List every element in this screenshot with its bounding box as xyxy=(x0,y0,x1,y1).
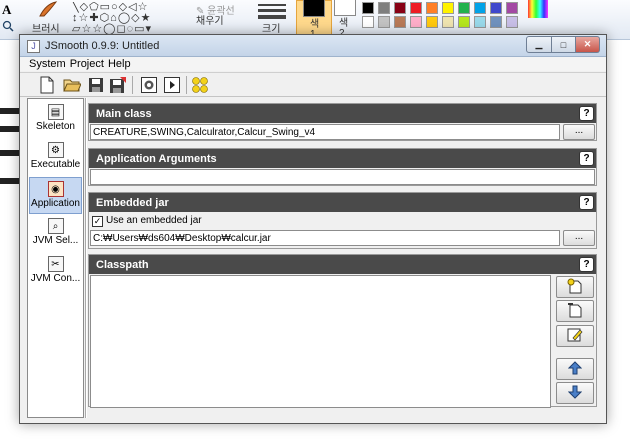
size-icon[interactable] xyxy=(258,4,286,20)
color-swatch[interactable] xyxy=(394,2,406,14)
move-down-icon xyxy=(567,385,583,402)
color-swatch[interactable] xyxy=(490,2,502,14)
menu-system[interactable]: System xyxy=(29,57,70,71)
add-jar-icon xyxy=(567,278,583,297)
color-swatch[interactable] xyxy=(442,16,454,28)
maximize-button[interactable]: □ xyxy=(552,36,576,53)
brush-label: 브러시 xyxy=(32,24,60,35)
embedded-jar-panel: Embedded jar ? ✓ Use an embedded jar C:₩… xyxy=(88,192,597,249)
app-arguments-panel: Application Arguments ? xyxy=(88,148,597,186)
color-swatch[interactable] xyxy=(458,2,470,14)
jvm-selection-icon: ⌕ xyxy=(47,218,64,234)
panel-header: Embedded jar ? xyxy=(89,193,596,212)
help-icon[interactable]: ? xyxy=(579,257,594,272)
title-bar[interactable]: J JSmooth 0.9.9: Untitled ▁ □ ✕ xyxy=(20,35,606,57)
color-swatch[interactable] xyxy=(362,2,374,14)
sidebar-item-skeleton[interactable]: ▤ Skeleton xyxy=(29,101,82,138)
classpath-panel: Classpath ? xyxy=(88,254,597,408)
color-swatch[interactable] xyxy=(474,2,486,14)
color-swatch[interactable] xyxy=(458,16,470,28)
color-swatch[interactable] xyxy=(394,16,406,28)
jsmooth-window: J JSmooth 0.9.9: Untitled ▁ □ ✕ System P… xyxy=(19,34,607,424)
move-up-button[interactable] xyxy=(556,358,594,380)
color-swatch[interactable] xyxy=(426,16,438,28)
panel-header: Classpath ? xyxy=(89,255,596,274)
toolbar xyxy=(20,72,606,97)
panel-title: Application Arguments xyxy=(96,153,217,165)
sidebar-item-label: JVM Sel... xyxy=(32,235,79,246)
color-swatch[interactable] xyxy=(506,16,518,28)
main-class-field[interactable]: CREATURE,SWING,Calculrator,Calcur_Swing_… xyxy=(90,124,560,140)
panel-header: Application Arguments ? xyxy=(89,149,596,168)
embedded-jar-path-field[interactable]: C:₩Users₩ds604₩Desktop₩calcur.jar xyxy=(90,230,560,246)
sidebar-item-application[interactable]: ◉ Application xyxy=(29,177,82,214)
add-jar-button[interactable] xyxy=(556,276,594,298)
save-as-icon[interactable] xyxy=(108,75,128,95)
menu-project[interactable]: Project xyxy=(70,57,108,71)
brush-icon[interactable] xyxy=(36,0,58,18)
color-swatch[interactable] xyxy=(490,16,502,28)
move-up-icon xyxy=(567,360,583,378)
jvm-configuration-icon: ✂ xyxy=(47,256,64,272)
about-icon[interactable] xyxy=(190,75,210,95)
edit-button[interactable] xyxy=(556,325,594,347)
compile-icon[interactable] xyxy=(139,75,159,95)
color-swatch[interactable] xyxy=(378,16,390,28)
sidebar-item-jvm-selection[interactable]: ⌕ JVM Sel... xyxy=(29,215,82,252)
sidebar-item-label: JVM Con... xyxy=(30,273,81,284)
app-arguments-field[interactable] xyxy=(90,169,595,185)
add-folder-icon xyxy=(567,302,583,321)
menu-help[interactable]: Help xyxy=(108,57,135,71)
color-swatch[interactable] xyxy=(474,16,486,28)
color-swatch[interactable] xyxy=(410,2,422,14)
fill-label[interactable]: 채우기 xyxy=(196,12,224,27)
help-icon[interactable]: ? xyxy=(579,195,594,210)
embedded-jar-browse-button[interactable]: ... xyxy=(563,230,595,246)
size-label: 크기 xyxy=(262,24,281,35)
edit-icon xyxy=(567,327,583,346)
magnifier-icon[interactable] xyxy=(2,20,14,32)
save-icon[interactable] xyxy=(86,75,106,95)
shapes-gallery[interactable]: ╲◇⬠▭○◇◁☆ ↕☆✚⬡⌂◯◇★ ▱☆☆◯◻◌▭▾ xyxy=(72,2,184,34)
sidebar-item-executable[interactable]: ⚙ Executable xyxy=(29,139,82,176)
color-swatch[interactable] xyxy=(410,16,422,28)
window-title: JSmooth 0.9.9: Untitled xyxy=(45,40,160,52)
color-swatch[interactable] xyxy=(426,2,438,14)
main-class-panel: Main class ? CREATURE,SWING,Calculrator,… xyxy=(88,103,597,141)
help-icon[interactable]: ? xyxy=(579,151,594,166)
embedded-jar-checkbox-label[interactable]: Use an embedded jar xyxy=(106,215,202,226)
panel-title: Classpath xyxy=(96,259,149,271)
sidebar-item-label: Skeleton xyxy=(36,121,75,132)
splitter[interactable] xyxy=(85,98,87,418)
panel-title: Embedded jar xyxy=(96,197,169,209)
sidebar-item-jvm-configuration[interactable]: ✂ JVM Con... xyxy=(29,253,82,290)
minimize-button[interactable]: ▁ xyxy=(526,36,552,53)
embedded-jar-checkbox[interactable]: ✓ xyxy=(92,216,103,227)
help-icon[interactable]: ? xyxy=(579,106,594,121)
color-swatch[interactable] xyxy=(378,2,390,14)
add-folder-button[interactable] xyxy=(556,300,594,322)
close-button[interactable]: ✕ xyxy=(576,36,600,53)
classpath-list[interactable] xyxy=(90,275,551,408)
text-tool-icon[interactable]: A xyxy=(2,2,28,20)
application-icon: ◉ xyxy=(47,181,64,197)
menu-bar: System Project Help xyxy=(20,57,606,71)
main-class-browse-button[interactable]: ... xyxy=(563,124,595,140)
move-down-button[interactable] xyxy=(556,382,594,404)
color-swatch[interactable] xyxy=(442,2,454,14)
executable-icon: ⚙ xyxy=(47,142,64,158)
edit-colors-icon[interactable] xyxy=(528,0,548,18)
sidebar-item-label: Application xyxy=(31,198,80,209)
new-file-icon[interactable] xyxy=(37,75,57,95)
color-swatch[interactable] xyxy=(506,2,518,14)
run-icon[interactable] xyxy=(162,75,182,95)
sidebar-item-label: Executable xyxy=(30,159,81,170)
panel-title: Main class xyxy=(96,108,152,120)
sidebar: ▤ Skeleton ⚙ Executable ◉ Application ⌕ … xyxy=(27,98,84,418)
open-folder-icon[interactable] xyxy=(62,75,82,95)
jsmooth-app-icon[interactable]: J xyxy=(27,40,40,53)
panel-header: Main class ? xyxy=(89,104,596,123)
skeleton-icon: ▤ xyxy=(47,104,64,120)
color-swatch[interactable] xyxy=(362,16,374,28)
